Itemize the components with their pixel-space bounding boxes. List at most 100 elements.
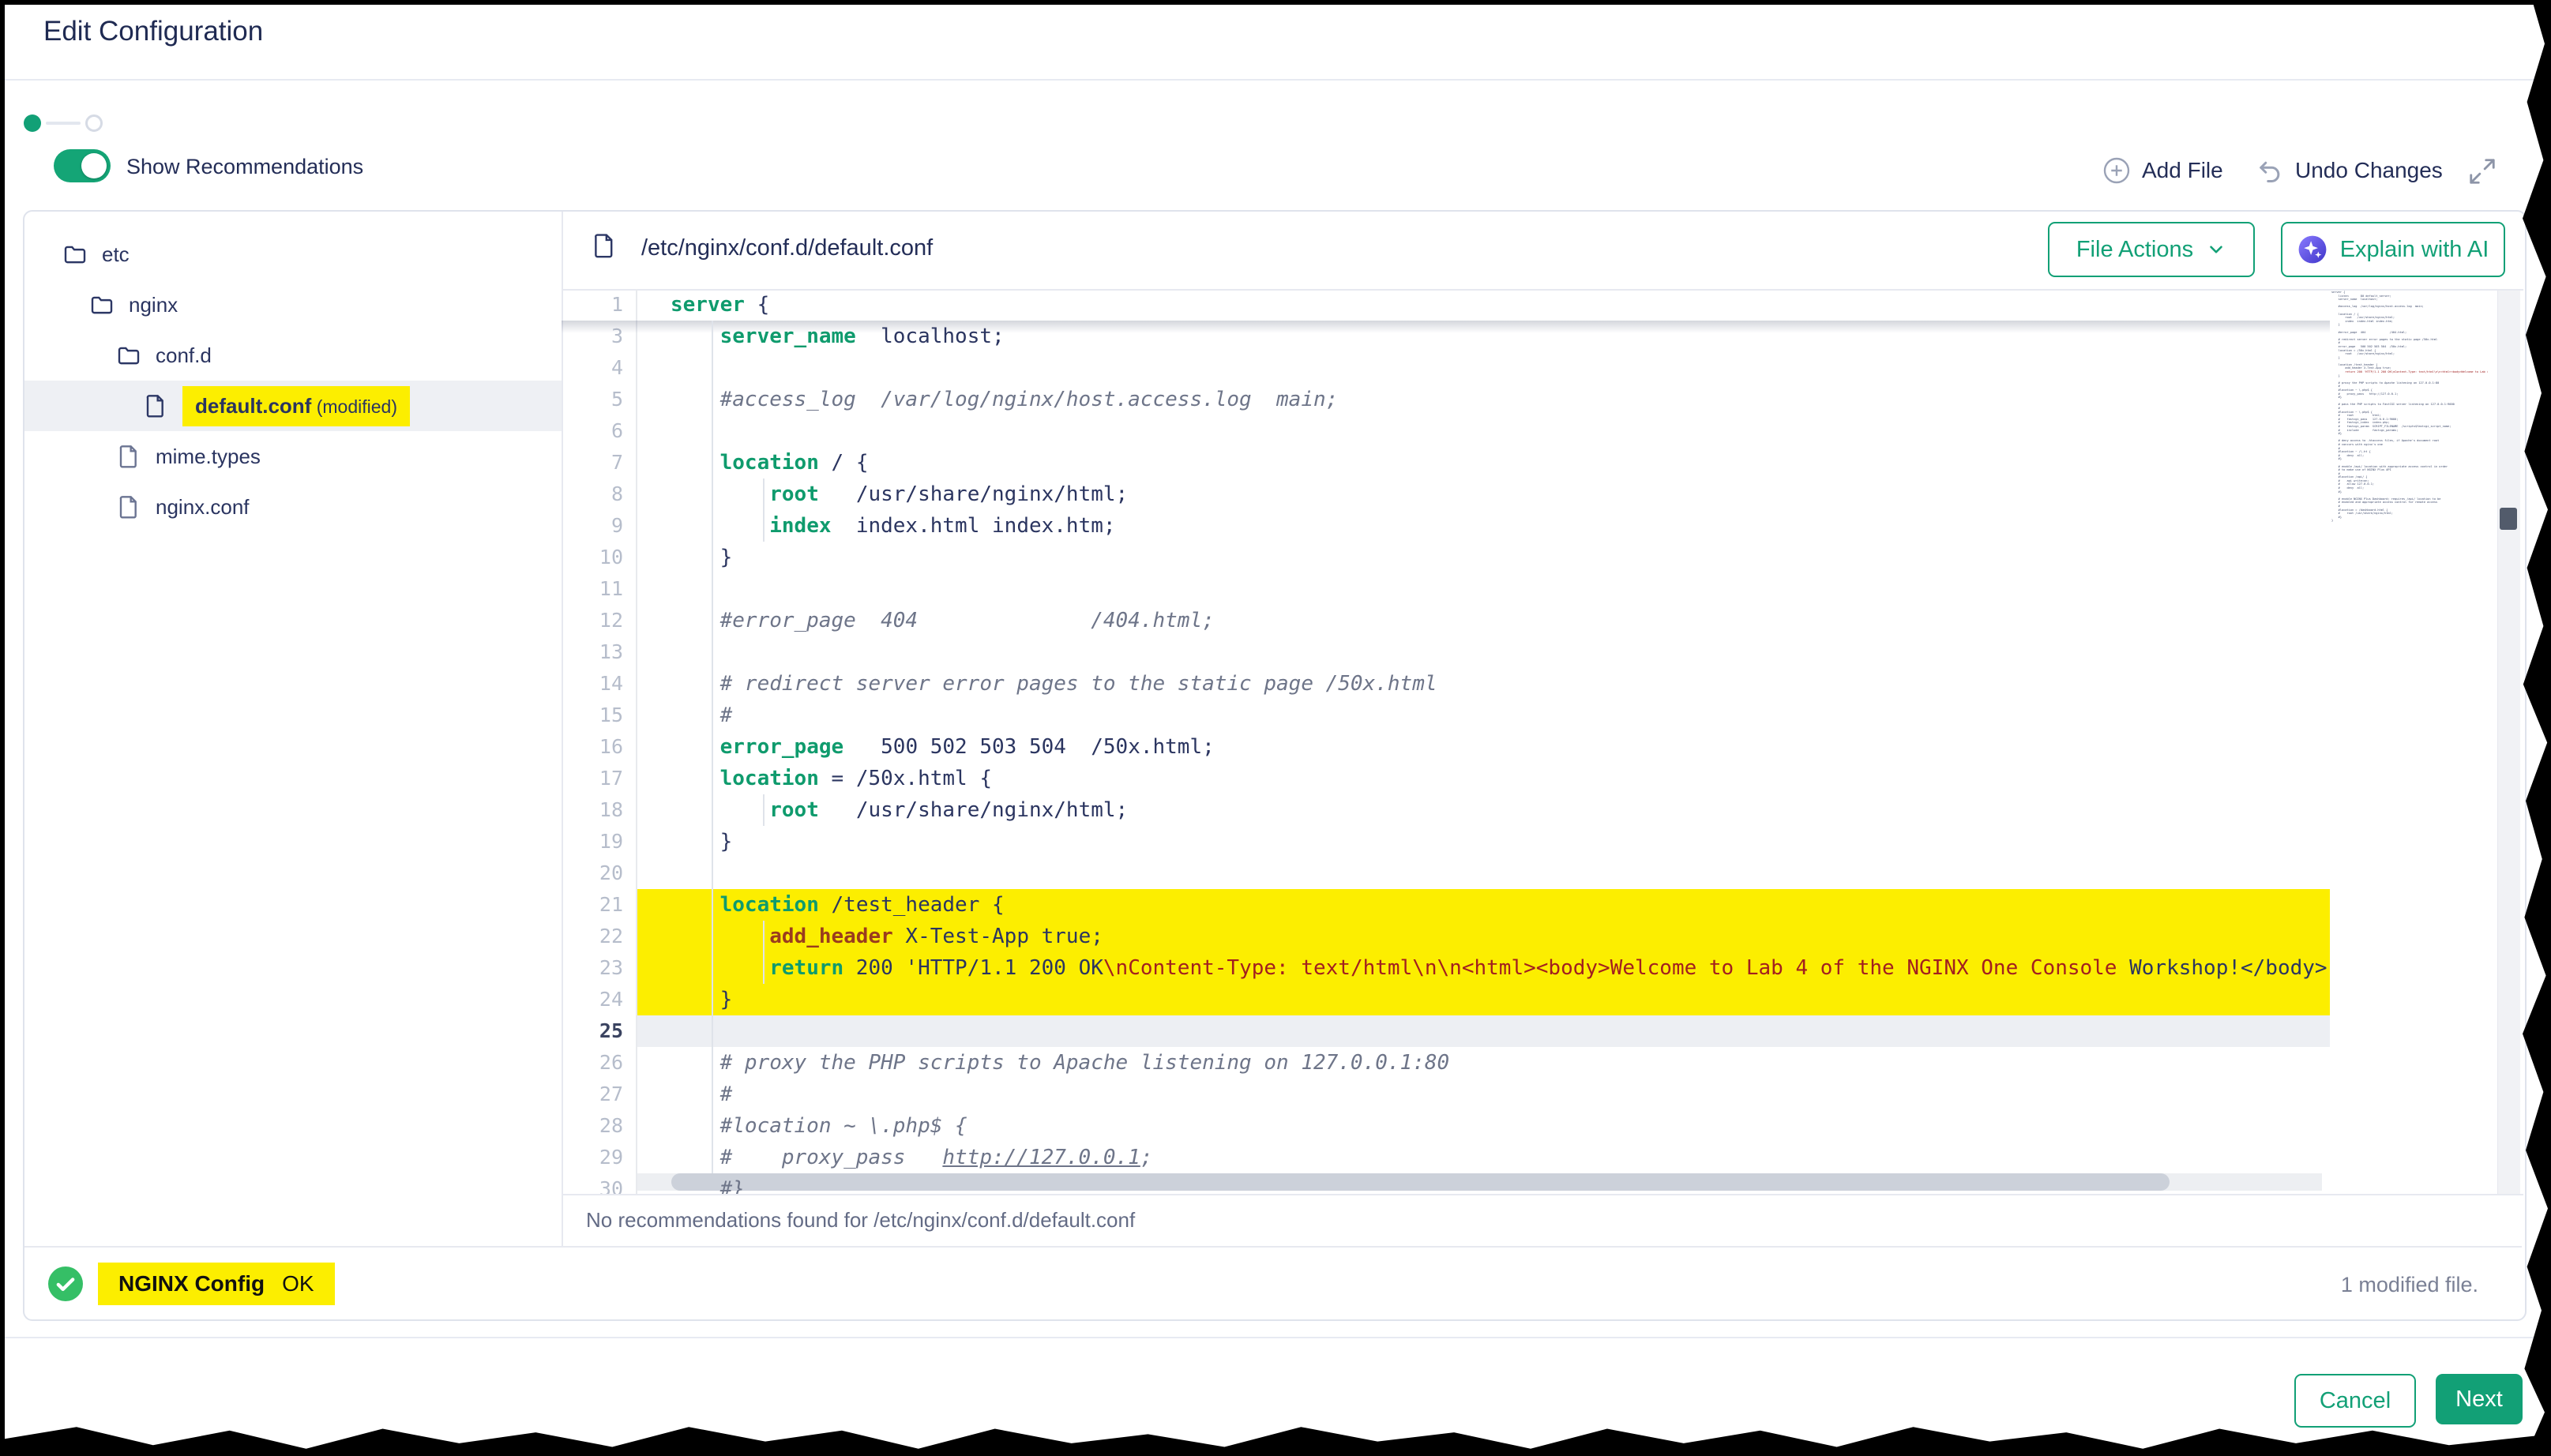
tree-item-label: nginx.conf [156, 495, 250, 520]
code-text: root /usr/share/nginx/html; [636, 478, 2330, 510]
tree-item-label: conf.d [156, 343, 212, 368]
code-line-29[interactable]: 29 # proxy_pass http://127.0.0.1; [562, 1142, 2330, 1173]
divider [562, 1194, 2523, 1195]
code-line-5[interactable]: 5 #access_log /var/log/nginx/host.access… [562, 384, 2330, 415]
code-line-24[interactable]: 24 } [562, 984, 2330, 1015]
tree-item-label: default.conf (modified) [182, 386, 410, 426]
code-text: add_header X-Test-App true; [636, 921, 2330, 952]
code-line-22[interactable]: 22 add_header X-Test-App true; [562, 921, 2330, 952]
line-number: 14 [562, 668, 636, 700]
code-text: return 200 'HTTP/1.1 200 OK\nContent-Typ… [636, 952, 2330, 984]
status-label: NGINX Config [118, 1271, 265, 1297]
tree-item-conf-d[interactable]: conf.d [24, 330, 562, 381]
nginx-config-status-badge: NGINX Config OK [98, 1263, 335, 1305]
tree-item-label: nginx [129, 293, 178, 317]
code-text: # [636, 1079, 2330, 1110]
tree-item-nginx-conf[interactable]: nginx.conf [24, 482, 562, 532]
file-tree: etc nginx conf.d default.conf (modified) mim… [24, 212, 562, 532]
add-file-button[interactable]: Add File [2102, 153, 2223, 188]
minimap[interactable]: server { listen 80 default_server; serve… [2331, 291, 2488, 843]
code-line-27[interactable]: 27 # [562, 1079, 2330, 1110]
file-icon [116, 444, 141, 469]
status-value: OK [282, 1271, 314, 1297]
cancel-button[interactable]: Cancel [2294, 1374, 2416, 1428]
code-line-6[interactable]: 6 [562, 415, 2330, 447]
check-circle-icon [48, 1266, 83, 1301]
tree-item-nginx[interactable]: nginx [24, 280, 562, 330]
tree-item-label: mime.types [156, 445, 261, 469]
divider [0, 1337, 2551, 1338]
code-text: server { [636, 289, 2330, 321]
code-line-4[interactable]: 4 [562, 352, 2330, 384]
line-number: 29 [562, 1142, 636, 1173]
code-text: location /test_header { [636, 889, 2330, 921]
explain-with-ai-label: Explain with AI [2340, 237, 2489, 263]
code-line-21[interactable]: 21 location /test_header { [562, 889, 2330, 921]
sticky-line-shadow [562, 321, 2330, 333]
code-text [636, 636, 2330, 668]
line-number: 21 [562, 889, 636, 921]
line-number: 25 [562, 1015, 636, 1047]
code-text: #} [636, 1173, 2330, 1194]
file-icon [591, 232, 618, 262]
tree-item-mime-types[interactable]: mime.types [24, 431, 562, 482]
code-line-25[interactable]: 25 [562, 1015, 2330, 1047]
line-number: 9 [562, 510, 636, 542]
code-line-16[interactable]: 16 error_page 500 502 503 504 /50x.html; [562, 731, 2330, 763]
step-indicator-2[interactable] [85, 114, 103, 132]
code-line-18[interactable]: 18 root /usr/share/nginx/html; [562, 794, 2330, 826]
code-text: # [636, 700, 2330, 731]
file-icon [143, 393, 168, 418]
indent-guide [763, 921, 765, 984]
code-line-7[interactable]: 7 location / { [562, 447, 2330, 478]
line-number: 26 [562, 1047, 636, 1079]
indent-guide [763, 794, 765, 826]
show-recommendations-label: Show Recommendations [126, 155, 363, 179]
screenshot-border [0, 0, 2551, 5]
undo-icon [2256, 156, 2284, 185]
expand-icon [2467, 156, 2497, 186]
line-number: 5 [562, 384, 636, 415]
indent-guide [763, 478, 765, 542]
file-actions-button[interactable]: File Actions [2048, 222, 2255, 277]
code-line-14[interactable]: 14 # redirect server error pages to the … [562, 668, 2330, 700]
code-line-9[interactable]: 9 index index.html index.htm; [562, 510, 2330, 542]
code-line-23[interactable]: 23 return 200 'HTTP/1.1 200 OK\nContent-… [562, 952, 2330, 984]
code-line-11[interactable]: 11 [562, 573, 2330, 605]
tree-item-default-conf[interactable]: default.conf (modified) [24, 381, 562, 431]
line-number: 4 [562, 352, 636, 384]
code-text: #location ~ \.php$ { [636, 1110, 2330, 1142]
code-text: # proxy the PHP scripts to Apache listen… [636, 1047, 2330, 1079]
ai-sparkle-icon [2297, 235, 2327, 265]
code-line-8[interactable]: 8 root /usr/share/nginx/html; [562, 478, 2330, 510]
code-line-17[interactable]: 17 location = /50x.html { [562, 763, 2330, 794]
line-number: 12 [562, 605, 636, 636]
plus-circle-icon [2102, 156, 2131, 185]
expand-button[interactable] [2467, 156, 2497, 186]
code-line-12[interactable]: 12 #error_page 404 /404.html; [562, 605, 2330, 636]
show-recommendations-toggle[interactable] [54, 149, 111, 182]
tree-item-etc[interactable]: etc [24, 229, 562, 280]
vertical-scrollbar-thumb[interactable] [2500, 508, 2517, 530]
code-line-26[interactable]: 26 # proxy the PHP scripts to Apache lis… [562, 1047, 2330, 1079]
code-line-1[interactable]: 1server { [562, 289, 2330, 321]
code-line-28[interactable]: 28 #location ~ \.php$ { [562, 1110, 2330, 1142]
code-text: error_page 500 502 503 504 /50x.html; [636, 731, 2330, 763]
add-file-label: Add File [2142, 158, 2223, 183]
explain-with-ai-button[interactable]: Explain with AI [2281, 222, 2505, 277]
next-button[interactable]: Next [2436, 1374, 2523, 1424]
file-actions-label: File Actions [2076, 237, 2193, 263]
code-line-13[interactable]: 13 [562, 636, 2330, 668]
undo-changes-button[interactable]: Undo Changes [2256, 153, 2443, 188]
code-line-30[interactable]: 30 #} [562, 1173, 2330, 1194]
step-indicator-1[interactable] [24, 114, 41, 132]
line-number: 30 [562, 1173, 636, 1194]
code-line-10[interactable]: 10 } [562, 542, 2330, 573]
code-line-20[interactable]: 20 [562, 857, 2330, 889]
code-line-19[interactable]: 19 } [562, 826, 2330, 857]
vertical-scrollbar[interactable] [2497, 291, 2520, 1194]
folder-icon [116, 343, 141, 368]
code-editor[interactable]: 1server {3 server_name localhost;45 #acc… [562, 289, 2330, 1194]
folder-icon [89, 292, 115, 317]
code-line-15[interactable]: 15 # [562, 700, 2330, 731]
